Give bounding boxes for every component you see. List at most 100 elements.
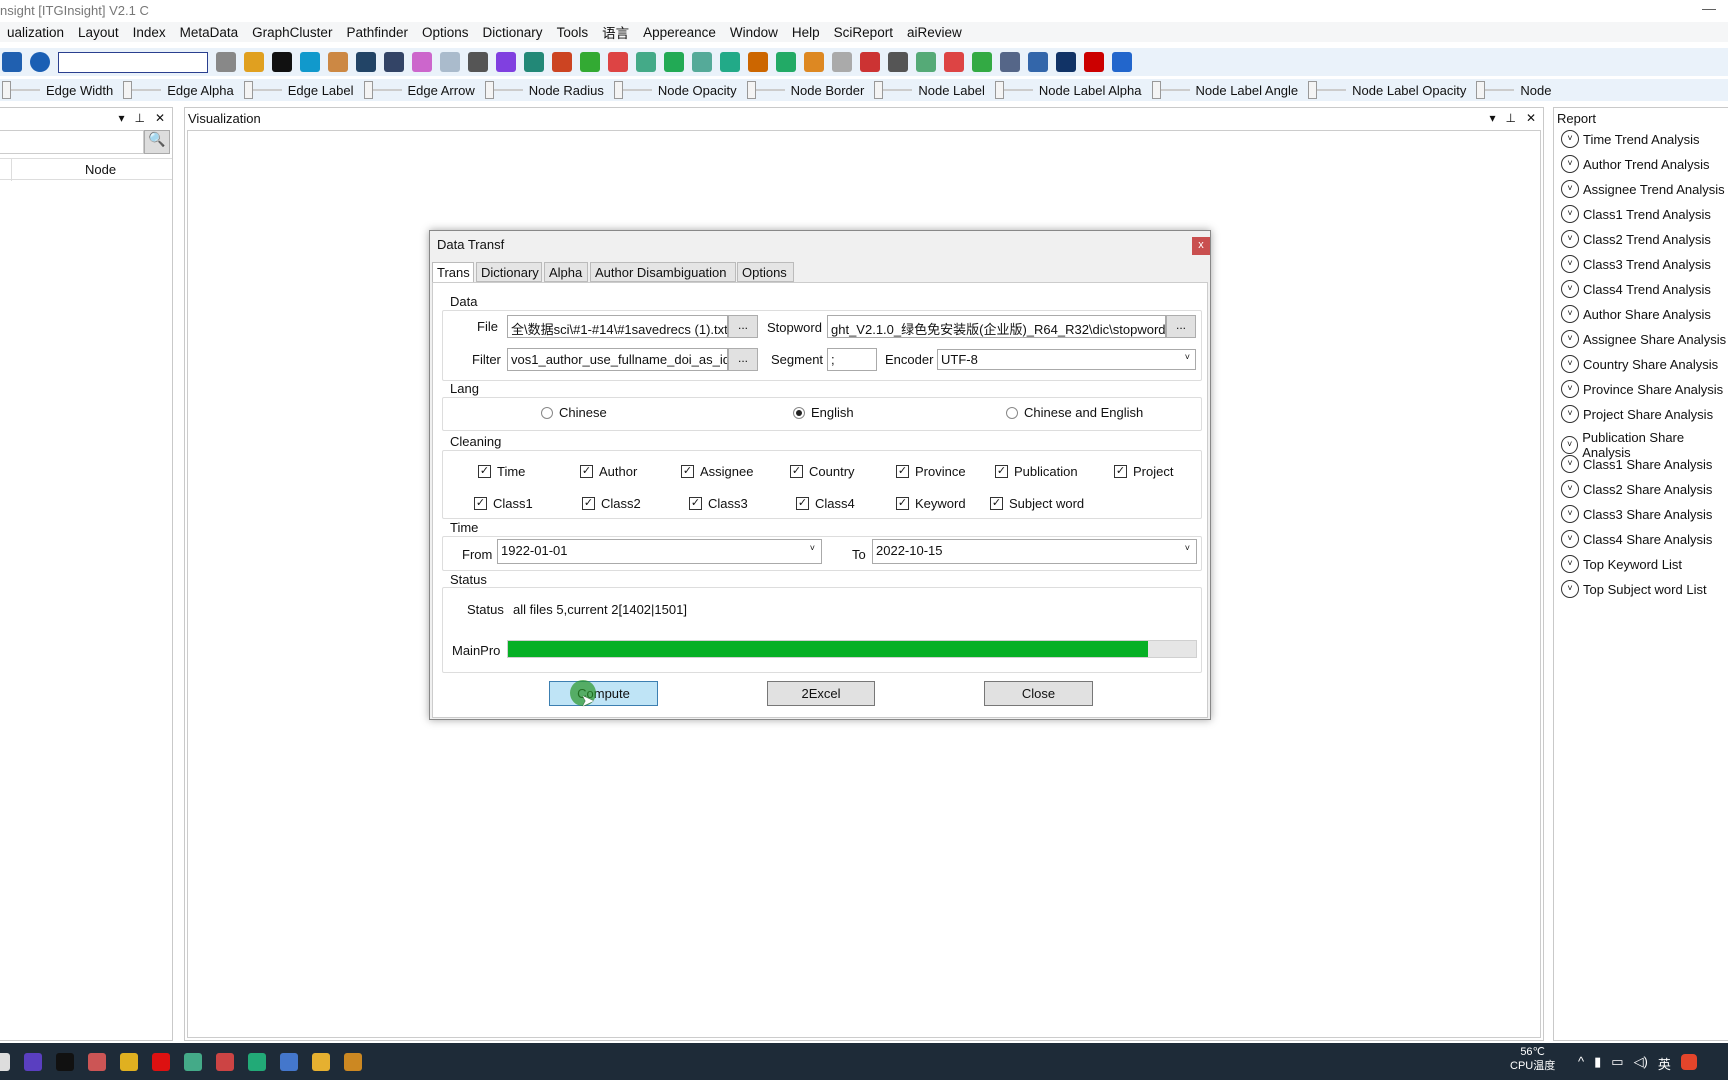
app-icon[interactable] [0,1052,10,1071]
menu-scireport[interactable]: SciReport [827,25,900,40]
close-icon[interactable]: ✕ [155,111,165,125]
checkbox-country[interactable]: ✓ Country [790,464,855,479]
report-item-country-share-analysis[interactable]: ˅ Country Share Analysis [1561,355,1718,373]
remote-icon[interactable] [280,1052,298,1071]
ellipse-icon[interactable] [888,52,908,72]
tent-icon[interactable] [692,52,712,72]
close-icon[interactable]: x [1192,237,1210,255]
close-button[interactable]: Close [984,681,1093,706]
slider-thumb[interactable] [1308,81,1318,99]
sogou-icon[interactable] [1680,1054,1697,1070]
slider-track[interactable] [2,81,40,99]
column-header-node[interactable]: Node [85,162,116,177]
filter-input[interactable]: vos1_author_use_fullname_doi_as_id.x [507,348,728,371]
slider-track[interactable] [1476,81,1515,99]
report-item-author-share-analysis[interactable]: ˅ Author Share Analysis [1561,305,1711,323]
vscode-icon[interactable] [248,1052,266,1071]
slider-track[interactable] [613,81,652,99]
slider-track[interactable] [994,81,1033,99]
refresh-icon[interactable] [720,52,740,72]
checkbox-class2[interactable]: ✓ Class2 [582,496,641,511]
tab-options[interactable]: Options [737,262,794,282]
gear-icon[interactable] [804,52,824,72]
slider-track[interactable] [363,81,402,99]
checkbox-class1[interactable]: ✓ Class1 [474,496,533,511]
report-item-assignee-trend-analysis[interactable]: ˅ Assignee Trend Analysis [1561,180,1725,198]
excel-icon[interactable] [972,52,992,72]
slider-track[interactable] [484,81,523,99]
explorer-icon[interactable] [312,1052,330,1071]
2excel-button[interactable]: 2Excel [767,681,875,706]
china-map-icon[interactable] [552,52,572,72]
nodes-icon[interactable] [748,52,768,72]
battery-icon[interactable]: ▭ [1611,1054,1623,1073]
node-label-angle-slider[interactable]: Node Label Angle [1150,81,1307,99]
minimize-button[interactable]: — [1702,0,1716,16]
menu-metadata[interactable]: MetaData [173,25,246,40]
slider-track[interactable] [1151,81,1190,99]
slider-track[interactable] [123,81,162,99]
node-opacity-slider[interactable]: Node Opacity [612,81,745,99]
node-label-slider[interactable]: Node Label [872,81,993,99]
menu-index[interactable]: Index [126,25,173,40]
stopword-browse-button[interactable]: ... [1166,315,1196,338]
checkbox-author[interactable]: ✓ Author [580,464,637,479]
dropdown-icon[interactable]: ▾ [118,111,124,125]
menu-layout[interactable]: Layout [71,25,126,40]
ppt-icon[interactable] [944,52,964,72]
menu-help[interactable]: Help [785,25,827,40]
rainbow-icon[interactable] [328,52,348,72]
alert-icon[interactable] [1084,52,1104,72]
checkbox-subject-word[interactable]: ✓ Subject word [990,496,1084,511]
filter-browse-button[interactable]: ... [728,348,758,371]
checkbox-class4[interactable]: ✓ Class4 [796,496,855,511]
tab-dictionary[interactable]: Dictionary [476,262,542,282]
mic-icon[interactable]: ▮ [1594,1054,1601,1073]
dropdown-icon[interactable]: ▾ [1489,111,1495,125]
report-item-top-keyword-list[interactable]: ˅ Top Keyword List [1561,555,1682,573]
menu-appereance[interactable]: Appereance [636,25,723,40]
polygon-icon[interactable] [496,52,516,72]
report-item-top-subject-word-list[interactable]: ˅ Top Subject word List [1561,580,1707,598]
slider-thumb[interactable] [363,81,373,99]
qq-icon[interactable] [56,1052,74,1071]
node-search-input[interactable] [0,130,144,154]
word-icon[interactable] [1028,52,1048,72]
glow-icon[interactable] [272,52,292,72]
doc-icon[interactable] [1000,52,1020,72]
search-icon[interactable]: 🔍 [144,130,170,154]
world-map-icon[interactable] [524,52,544,72]
blob-icon[interactable] [384,52,404,72]
density-map-icon[interactable] [356,52,376,72]
checkbox-keyword[interactable]: ✓ Keyword [896,496,966,511]
tab-alpha[interactable]: Alpha [544,262,588,282]
node-slider[interactable]: Node [1474,81,1559,99]
grid-icon[interactable] [468,52,488,72]
menu-ualization[interactable]: ualization [0,25,71,40]
node-label-alpha-slider[interactable]: Node Label Alpha [993,81,1150,99]
from-date-picker[interactable]: 1922-01-01 ˅ [497,539,822,564]
cluster-icon[interactable] [412,52,432,72]
report-item-class1-share-analysis[interactable]: ˅ Class1 Share Analysis [1561,455,1712,473]
arrows-icon[interactable] [608,52,628,72]
square-icon[interactable] [664,52,684,72]
report-item-province-share-analysis[interactable]: ˅ Province Share Analysis [1561,380,1723,398]
node-label-opacity-slider[interactable]: Node Label Opacity [1306,81,1474,99]
menu--[interactable]: 语言 [595,22,636,42]
record-icon[interactable] [152,1052,170,1071]
edge-label-slider[interactable]: Edge Label [242,81,362,99]
report-item-assignee-share-analysis[interactable]: ˅ Assignee Share Analysis [1561,330,1726,348]
slider-thumb[interactable] [243,81,253,99]
slider-icon[interactable] [832,52,852,72]
color-grid-icon[interactable] [244,52,264,72]
pause-icon[interactable] [30,52,50,72]
report-item-author-trend-analysis[interactable]: ˅ Author Trend Analysis [1561,155,1709,173]
scatter-icon[interactable] [440,52,460,72]
segment-input[interactable]: ; [827,348,877,371]
game-icon[interactable] [216,1052,234,1071]
checkbox-time[interactable]: ✓ Time [478,464,525,479]
slider-track[interactable] [243,81,282,99]
pin-icon[interactable]: ⊥ [134,111,144,125]
radio-english[interactable]: English [793,405,854,420]
search-icon[interactable] [216,52,236,72]
